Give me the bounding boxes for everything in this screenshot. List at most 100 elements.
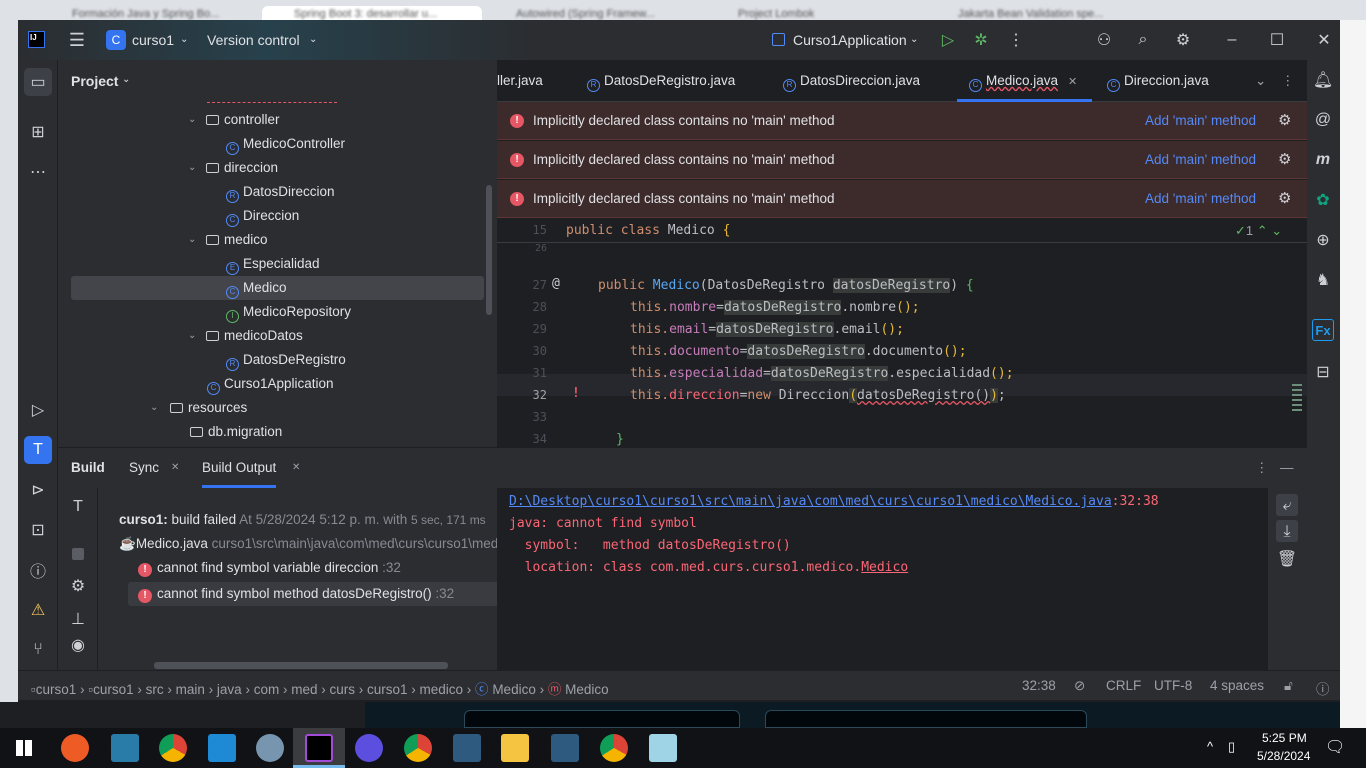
more-tools-icon[interactable]: ⋯: [27, 161, 49, 183]
tree-item-controller[interactable]: ⌄ controller: [188, 108, 280, 132]
problems-icon[interactable]: ⓘ: [27, 559, 49, 581]
scroll-to-end-icon[interactable]: ⤓: [1276, 520, 1298, 542]
soft-wrap-icon[interactable]: ⤶: [1276, 494, 1298, 516]
more-icon[interactable]: ⋮: [1005, 29, 1027, 51]
toolbox-icon[interactable]: ⊟: [1312, 361, 1334, 383]
tree-scrollbar[interactable]: [486, 185, 492, 315]
tab-datosderegistro[interactable]: R DatosDeRegistro.java: [587, 60, 735, 102]
tab-medico[interactable]: C Medico.java ✕: [957, 60, 1092, 102]
project-icon[interactable]: ▭: [24, 68, 52, 96]
maximize-icon[interactable]: ☐: [1266, 29, 1288, 51]
add-main-method-link[interactable]: Add 'main' method: [1145, 141, 1256, 179]
build-file-item[interactable]: ☕Medico.java curso1\src\main\java\com\me…: [119, 536, 497, 552]
pin-icon[interactable]: ⊥: [67, 608, 89, 630]
tree-item-medicocontroller[interactable]: C MedicoController: [226, 132, 345, 156]
view-icon[interactable]: ◉: [67, 634, 89, 656]
clear-icon[interactable]: 🗑: [1276, 547, 1298, 569]
warning-icon[interactable]: ⚠: [27, 599, 49, 621]
indent-setting[interactable]: 4 spaces: [1210, 678, 1264, 693]
chatgpt-icon[interactable]: ✿: [1312, 189, 1334, 211]
notifications-icon[interactable]: 🔔︎: [1312, 69, 1334, 91]
build-output-console[interactable]: D:\Desktop\curso1\curso1\src\main\java\c…: [497, 488, 1307, 671]
clock-time[interactable]: 5:25 PM: [1262, 731, 1307, 745]
breadcrumb[interactable]: ▫curso1 › ▫curso1 › src › main › java › …: [31, 678, 609, 698]
horizontal-scrollbar[interactable]: [154, 662, 448, 669]
maven-icon[interactable]: m: [1312, 149, 1334, 171]
tree-item-especialidad[interactable]: E Especialidad: [226, 252, 320, 276]
lock-icon[interactable]: 🔓︎: [1284, 678, 1293, 694]
file-link[interactable]: D:\Desktop\curso1\curso1\src\main\java\c…: [509, 494, 1112, 509]
hide-icon[interactable]: —: [1280, 448, 1294, 488]
chrome-icon-2[interactable]: [600, 734, 628, 762]
file-explorer-icon[interactable]: [501, 734, 529, 762]
run-config-selector[interactable]: Curso1Application: [793, 32, 907, 48]
tree-item-direccion[interactable]: ⌄ direccion: [188, 156, 278, 180]
editor-scrollbar[interactable]: [1292, 384, 1302, 414]
tab-sync[interactable]: Sync: [129, 448, 159, 488]
build-summary[interactable]: curso1: build failed At 5/28/2024 5:12 p…: [119, 512, 486, 527]
battery-icon[interactable]: ▯: [1228, 739, 1235, 755]
fx-icon[interactable]: Fx: [1312, 319, 1334, 341]
vcs-selector[interactable]: Version control: [207, 32, 300, 48]
add-main-method-link[interactable]: Add 'main' method: [1145, 180, 1256, 218]
build-error-item-selected[interactable]: ! cannot find symbol method datosDeRegist…: [138, 586, 454, 603]
gear-icon[interactable]: ⚙: [1278, 141, 1291, 179]
postgresql-icon[interactable]: [256, 734, 284, 762]
gear-icon[interactable]: ⚙: [1278, 102, 1291, 140]
tab-controller[interactable]: ller.java: [497, 60, 543, 102]
add-user-icon[interactable]: ⚇: [1093, 29, 1115, 51]
services-icon[interactable]: ⊳: [27, 479, 49, 501]
override-at-icon[interactable]: @: [552, 276, 560, 291]
chrome-icon[interactable]: [159, 734, 187, 762]
tree-item-datosdireccion[interactable]: R DatosDireccion: [226, 180, 335, 204]
tabs-dropdown-icon[interactable]: ⌄: [1255, 60, 1266, 102]
tab-build[interactable]: Build: [71, 448, 105, 488]
dog-icon[interactable]: ♞: [1312, 269, 1334, 291]
settings-icon[interactable]: ⚙: [1172, 29, 1194, 51]
tree-item-resources[interactable]: ⌄ resources: [150, 396, 247, 420]
tab-direccion[interactable]: C Direccion.java: [1107, 60, 1209, 102]
tab-build-output[interactable]: Build Output: [202, 448, 277, 488]
close-tab-icon[interactable]: ✕: [1068, 76, 1077, 88]
close-tab-icon[interactable]: ✕: [171, 448, 179, 488]
run-icon[interactable]: ▷: [937, 29, 959, 51]
git-icon[interactable]: ⑂: [27, 639, 49, 661]
gear-icon[interactable]: ⚙: [1278, 180, 1291, 218]
file-encoding[interactable]: UTF-8: [1154, 678, 1192, 693]
problems-status-icon[interactable]: ⓘ: [1316, 678, 1330, 698]
notification-center-icon[interactable]: 🗨︎: [1325, 737, 1345, 757]
stop-icon[interactable]: [72, 548, 84, 560]
windows-start-icon[interactable]: [16, 740, 32, 756]
tree-item-medicodatos[interactable]: ⌄ medicoDatos: [188, 324, 303, 348]
build-icon[interactable]: T: [24, 436, 52, 464]
close-tab-icon[interactable]: ✕: [292, 448, 300, 488]
tree-item-direccion-class[interactable]: C Direccion: [226, 204, 299, 228]
add-main-method-link[interactable]: Add 'main' method: [1145, 102, 1256, 140]
mysql-workbench-icon[interactable]: [453, 734, 481, 762]
error-bulb-icon[interactable]: !: [572, 386, 580, 401]
powershell-icon[interactable]: [111, 734, 139, 762]
tree-item-db-migration[interactable]: db.migration: [190, 420, 282, 444]
close-icon[interactable]: ✕: [1313, 29, 1335, 51]
tabs-more-icon[interactable]: ⋮: [1281, 60, 1295, 102]
debug-icon[interactable]: ✲: [970, 29, 992, 51]
clock-date[interactable]: 5/28/2024: [1257, 749, 1310, 763]
project-panel-title[interactable]: Project: [71, 73, 118, 89]
structure-icon[interactable]: ⊞: [27, 121, 49, 143]
project-badge[interactable]: C: [106, 30, 126, 50]
minimize-icon[interactable]: –: [1221, 29, 1243, 51]
project-selector[interactable]: curso1: [132, 32, 174, 48]
main-menu-icon[interactable]: ☰: [66, 29, 88, 51]
caret-position[interactable]: 32:38: [1022, 678, 1056, 693]
code-editor[interactable]: 15 public class Medico { ✓1 ⌃ ⌄ 26 27 28…: [497, 219, 1307, 447]
terminal-icon[interactable]: ⊡: [27, 519, 49, 541]
notes-icon[interactable]: [649, 734, 677, 762]
search-icon[interactable]: ⌕: [1132, 29, 1154, 51]
tree-item-medico-folder[interactable]: ⌄ medico: [188, 228, 268, 252]
tray-chevron-icon[interactable]: ^: [1207, 739, 1213, 754]
tree-item-medicorepository[interactable]: I MedicoRepository: [226, 300, 351, 324]
tree-item-medico[interactable]: C Medico: [226, 276, 287, 300]
database-icon[interactable]: ⊕: [1312, 229, 1334, 251]
eclipse-icon[interactable]: [355, 734, 383, 762]
tab-datosdireccion[interactable]: R DatosDireccion.java: [783, 60, 920, 102]
